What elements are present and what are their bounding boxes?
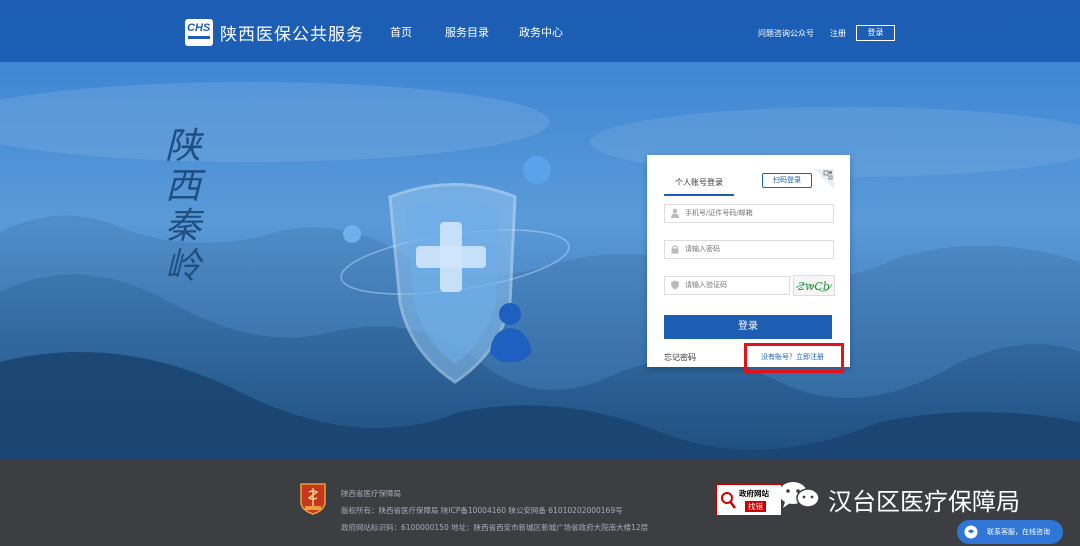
chat-button-label: 联系客服，在线咨询 <box>987 528 1050 536</box>
hero-banner: 陕 西 秦 岭 个人账号登录 扫码登录 手机号/证件号码/邮箱 请输入验证码 2… <box>0 62 1080 460</box>
medical-shield-illustration <box>340 156 570 384</box>
health-insurance-emblem-icon <box>300 483 326 515</box>
username-field[interactable] <box>664 204 834 223</box>
username-input[interactable] <box>685 206 825 220</box>
top-header: CHS 陕西医保公共服务 首页 服务目录 政务中心 问题咨询公众号 注册 登录 <box>0 0 1080 62</box>
login-card: 个人账号登录 扫码登录 2wCb <box>647 155 850 373</box>
shield-check-icon <box>671 280 679 290</box>
user-icon <box>671 208 679 218</box>
scan-login-button[interactable]: 扫码登录 <box>762 173 812 188</box>
qr-code-icon[interactable] <box>814 169 834 189</box>
login-submit-button[interactable]: 登录 <box>664 315 832 339</box>
password-input[interactable] <box>685 242 825 256</box>
header-login-button[interactable]: 登录 <box>856 25 895 41</box>
header-register-link[interactable]: 注册 <box>830 28 846 39</box>
footer-site-code: 政府网站标识码：6100000150 地址：陕西省西安市新城区新城广场省政府大院… <box>341 523 649 532</box>
magnifier-icon <box>721 492 736 509</box>
captcha-image[interactable]: 2wCb <box>793 275 835 296</box>
online-chat-button[interactable]: 联系客服，在线咨询 <box>957 520 1063 544</box>
gov-site-error-report-badge[interactable]: 政府网站 找错 <box>716 484 782 516</box>
nav-service-catalog[interactable]: 服务目录 <box>445 24 489 40</box>
calligraphy-char-4: 岭 <box>165 246 202 287</box>
captcha-field[interactable] <box>664 276 790 295</box>
nav-government-center[interactable]: 政务中心 <box>519 24 563 40</box>
forgot-password-link[interactable]: 忘记密码 <box>664 352 696 363</box>
footer-copyright: 版权所有：陕西省医疗保障局 陕ICP备10004160 陕公安网备 610102… <box>341 506 623 515</box>
site-title: 陕西医保公共服务 <box>220 25 364 45</box>
register-now-link[interactable]: 没有账号？立即注册 <box>761 352 824 362</box>
chat-bubble-icon <box>964 525 978 539</box>
site-logo[interactable]: CHS <box>185 19 213 46</box>
nav-home[interactable]: 首页 <box>390 24 412 40</box>
logo-text: CHS <box>187 22 211 34</box>
wechat-icon <box>779 482 820 508</box>
lock-icon <box>671 245 679 254</box>
logo-bar <box>188 36 210 39</box>
footer: 陕西省医疗保障局 版权所有：陕西省医疗保障局 陕ICP备10004160 陕公安… <box>0 460 1080 546</box>
tab-personal-login[interactable]: 个人账号登录 <box>664 177 734 196</box>
watermark-text: 汉台区医疗保障局 <box>828 488 1020 516</box>
gov-badge-action: 找错 <box>745 501 766 512</box>
captcha-input[interactable] <box>685 278 781 292</box>
footer-org-name: 陕西省医疗保障局 <box>341 489 401 498</box>
password-field[interactable] <box>664 240 834 259</box>
gov-badge-title: 政府网站 <box>739 489 769 498</box>
follow-account-link[interactable]: 问题咨询公众号 <box>758 28 814 39</box>
